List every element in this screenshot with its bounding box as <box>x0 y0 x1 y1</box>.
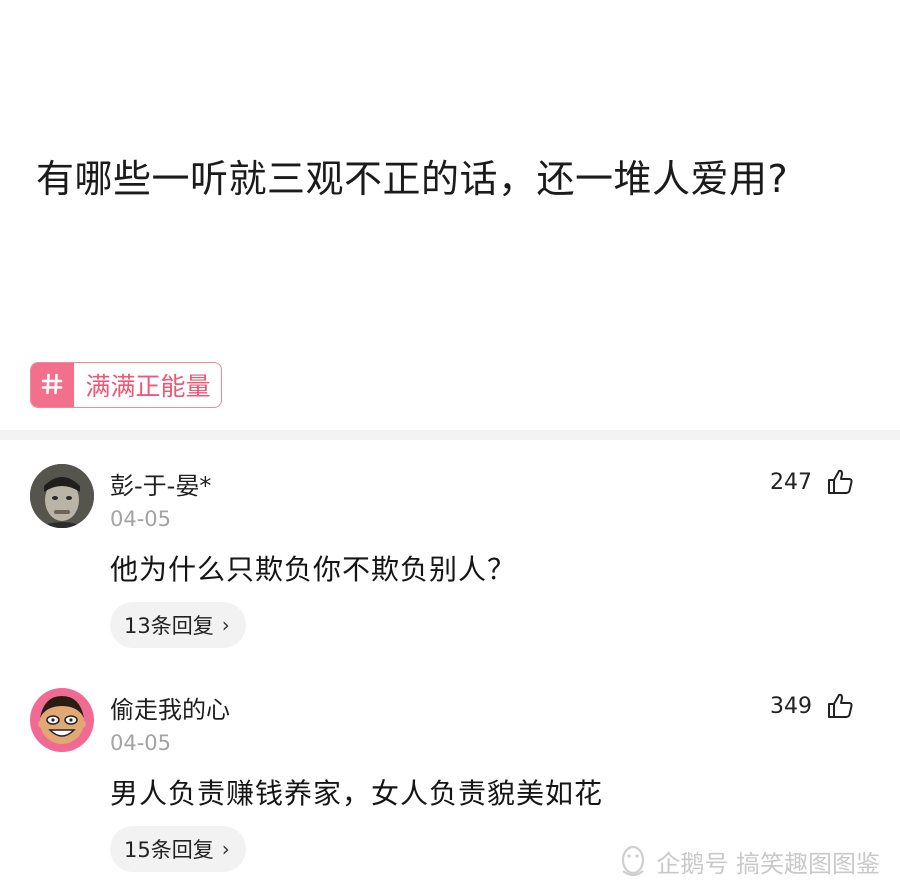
view-replies-button[interactable]: 13条回复 › <box>110 602 246 648</box>
watermark-text: 企鹅号 搞笑趣图图鉴 <box>656 850 880 878</box>
penguin-logo-icon <box>618 845 648 879</box>
comment-text: 男人负责赚钱养家，女人负责貌美如花 <box>110 777 604 810</box>
comment-username[interactable]: 彭-于-晏* <box>110 466 211 501</box>
section-divider <box>0 430 900 440</box>
comment-text: 他为什么只欺负你不欺负别人？ <box>110 553 517 586</box>
like-count: 349 <box>770 694 812 719</box>
avatar[interactable] <box>30 464 94 528</box>
thumbs-up-icon[interactable] <box>826 692 854 720</box>
chevron-right-icon: › <box>221 837 230 861</box>
replies-count: 13条回复 <box>124 614 214 638</box>
hash-icon <box>30 363 74 407</box>
topic-tag-label: 满满正能量 <box>85 372 211 401</box>
topic-tag[interactable]: 满满正能量 <box>30 362 222 408</box>
chevron-right-icon: › <box>221 613 230 637</box>
replies-count: 15条回复 <box>124 838 214 862</box>
view-replies-button[interactable]: 15条回复 › <box>110 826 246 872</box>
comment-date: 04-05 <box>110 731 172 755</box>
watermark: 企鹅号 搞笑趣图图鉴 <box>618 844 880 879</box>
question-title: 有哪些一听就三观不正的话，还一堆人爱用? <box>36 157 789 201</box>
avatar[interactable] <box>30 688 94 752</box>
like-count: 247 <box>770 470 812 495</box>
comment-date: 04-05 <box>110 507 172 531</box>
comment-username[interactable]: 偷走我的心 <box>110 690 230 725</box>
thumbs-up-icon[interactable] <box>826 468 854 496</box>
